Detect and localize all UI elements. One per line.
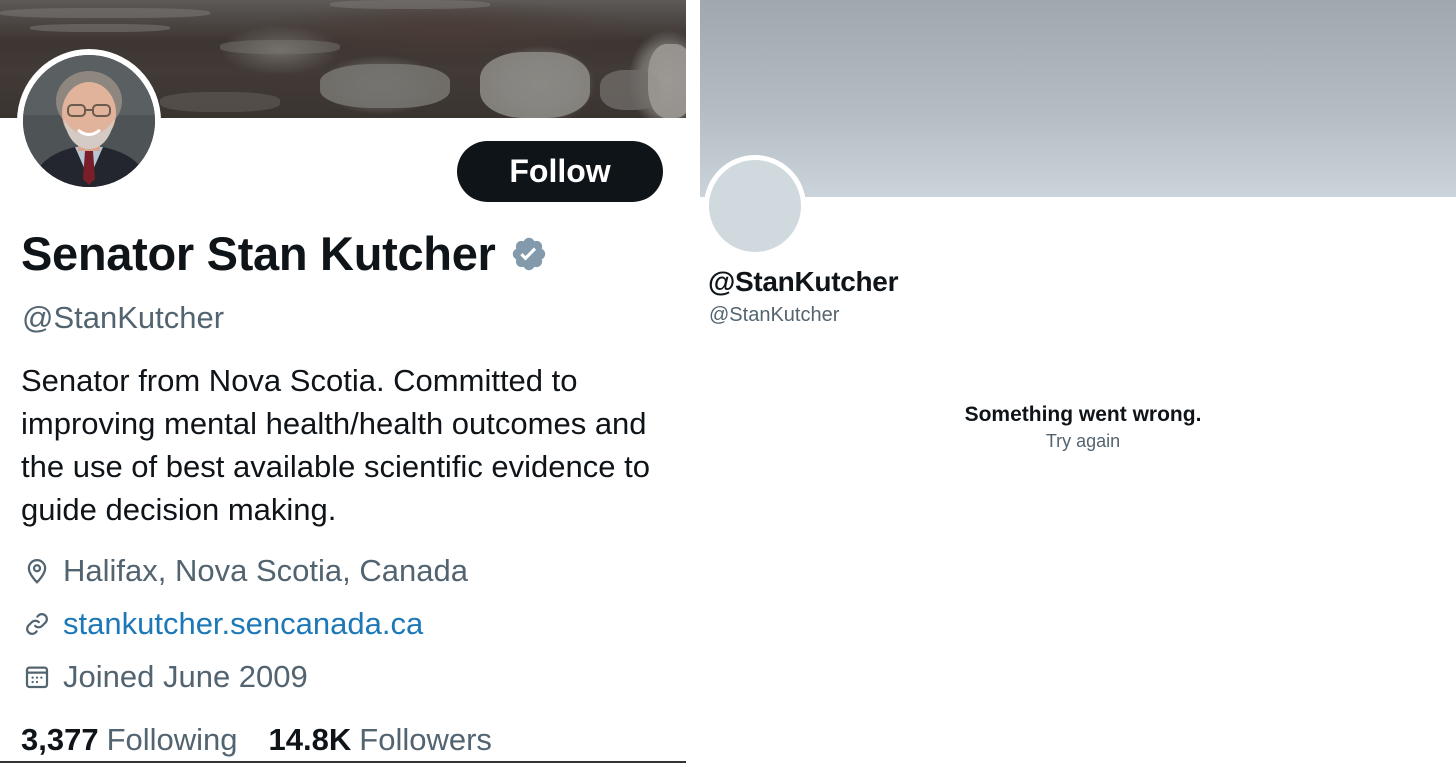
profile-website: stankutcher.sencanada.ca [22, 606, 423, 642]
followers-count: 14.8K [268, 722, 352, 757]
following-count: 3,377 [21, 722, 99, 757]
profile-banner-placeholder [700, 0, 1456, 197]
avatar-placeholder[interactable] [709, 160, 801, 252]
map-pin-icon [22, 556, 52, 586]
follow-button[interactable]: Follow [457, 141, 663, 202]
location-text: Halifax, Nova Scotia, Canada [63, 553, 468, 588]
following-label: Following [106, 722, 238, 757]
followers-label: Followers [359, 722, 492, 757]
display-name-row: Senator Stan Kutcher [21, 226, 548, 281]
profile-handle-title: @StanKutcher [708, 266, 899, 297]
follow-stats: 3,377 Following 14.8K Followers [21, 722, 523, 758]
error-title: Something went wrong. [964, 403, 1202, 426]
calendar-icon [22, 662, 52, 692]
error-message: Something went wrong. Try again [700, 403, 1456, 452]
error-profile-panel: @StanKutcher @StanKutcher Something went… [700, 0, 1456, 763]
try-again-button[interactable]: Try again [1046, 431, 1120, 452]
loaded-profile-panel: Follow Senator Stan Kutcher @StanKutcher… [0, 0, 686, 763]
display-name: Senator Stan Kutcher [21, 227, 496, 280]
avatar[interactable] [23, 55, 155, 187]
link-icon [22, 609, 52, 639]
profile-joined-date: Joined June 2009 [22, 659, 308, 695]
profile-handle: @StanKutcher [709, 304, 840, 326]
avatar-portrait [23, 55, 155, 187]
profile-handle: @StanKutcher [22, 300, 225, 335]
profile-bio: Senator from Nova Scotia. Committed to i… [21, 363, 650, 527]
joined-text: Joined June 2009 [63, 659, 308, 694]
profile-location: Halifax, Nova Scotia, Canada [22, 553, 468, 589]
following-stat[interactable]: 3,377 Following [21, 722, 238, 758]
panel-divider [686, 0, 700, 763]
verified-badge-icon[interactable] [510, 235, 548, 273]
followers-stat[interactable]: 14.8K Followers [269, 722, 492, 758]
website-link[interactable]: stankutcher.sencanada.ca [63, 606, 423, 642]
